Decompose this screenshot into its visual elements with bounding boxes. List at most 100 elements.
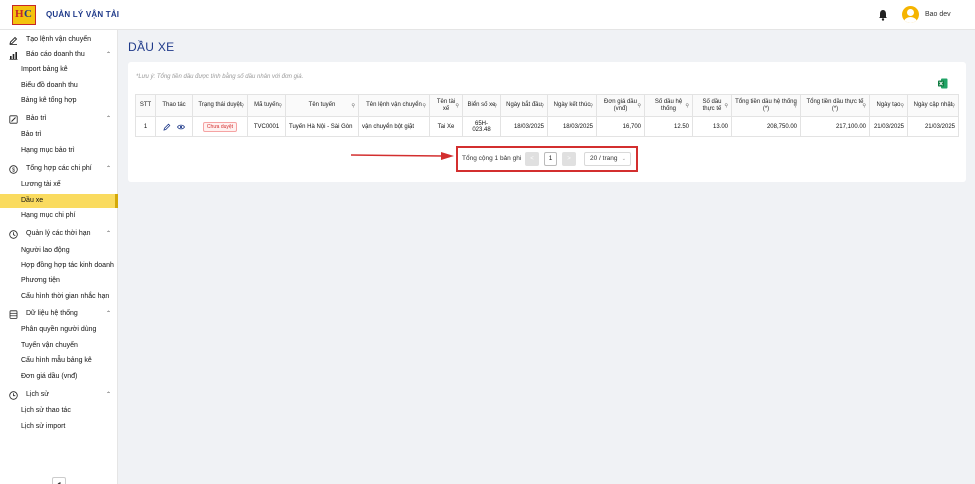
sidebar-group-du-lieu-he-thong[interactable]: Dữ liệu hệ thống ⌃ bbox=[0, 307, 118, 321]
column-header-label: Tên lệnh vận chuyển bbox=[366, 102, 422, 108]
sidebar-item-label: Cấu hình thời gian nhắc hạn bbox=[21, 293, 110, 300]
search-icon[interactable]: ⚲ bbox=[422, 103, 426, 110]
view-icon[interactable] bbox=[176, 123, 185, 131]
search-icon[interactable]: ⚲ bbox=[793, 103, 797, 110]
sidebar-item-luong-tai-xe[interactable]: Lương tài xế bbox=[0, 178, 118, 192]
cell-start-date: 18/03/2025 bbox=[500, 116, 548, 137]
column-header-label: Số dầu hệ thống bbox=[654, 98, 683, 112]
sidebar-item-label: Phương tiện bbox=[21, 277, 60, 284]
column-header: Ngày cập nhật ⚲ bbox=[907, 94, 959, 117]
sidebar-item-label: Biểu đồ doanh thu bbox=[21, 82, 78, 89]
pagination-total: Tổng cộng 1 bản ghi bbox=[462, 155, 522, 162]
sidebar-item-dau-xe[interactable]: Dầu xe bbox=[0, 194, 118, 208]
sidebar-item-label: Lịch sử thao tác bbox=[21, 407, 71, 414]
sidebar-item-bieu-do-doanh-thu[interactable]: Biểu đồ doanh thu bbox=[0, 79, 118, 93]
edit-icon[interactable] bbox=[163, 123, 171, 131]
search-icon[interactable]: ⚲ bbox=[240, 103, 244, 110]
column-header: Trạng thái duyệt ⚲ bbox=[192, 94, 248, 117]
sidebar-item-cau-hinh-mau-bang-ke[interactable]: Cấu hình mẫu bảng kê bbox=[0, 354, 118, 368]
sidebar: Tạo lệnh vận chuyển Báo cáo doanh thu ⌃ Imp… bbox=[0, 30, 118, 484]
sidebar-item-nguoi-lao-dong[interactable]: Người lao động bbox=[0, 244, 118, 258]
sidebar-item-import-bang-ke[interactable]: Import bảng kê bbox=[0, 63, 118, 77]
cell-fuel-system: 12.50 bbox=[644, 116, 693, 137]
chevron-up-icon[interactable]: ⌃ bbox=[106, 227, 111, 241]
logo-letter-h: H bbox=[15, 8, 24, 20]
avatar[interactable] bbox=[902, 6, 919, 23]
sidebar-item-label: Bảo trì bbox=[21, 131, 42, 138]
column-header: Tên tài xế ⚲ bbox=[429, 94, 463, 117]
column-header-label: Ngày tạo bbox=[876, 102, 901, 108]
excel-export-icon[interactable] bbox=[938, 78, 948, 89]
sidebar-collapse-button[interactable]: ◂ bbox=[52, 477, 66, 484]
chevron-up-icon[interactable]: ⌃ bbox=[106, 307, 111, 321]
cell-stt: 1 bbox=[135, 116, 156, 137]
column-header-label: Số dầu thực tế bbox=[702, 98, 722, 112]
cell-unit-price: 16,700 bbox=[596, 116, 645, 137]
prev-page-button[interactable]: < bbox=[525, 152, 539, 166]
sidebar-item-label: Bảng kê tổng hợp bbox=[21, 97, 77, 104]
page-size-value: 20 / trang bbox=[590, 155, 618, 162]
chevron-down-icon: ⌄ bbox=[621, 156, 626, 162]
sidebar-item-label: Cấu hình mẫu bảng kê bbox=[21, 357, 92, 364]
sidebar-item-label: Lịch sử bbox=[26, 391, 49, 398]
chevron-up-icon[interactable]: ⌃ bbox=[106, 48, 111, 62]
clock-icon bbox=[9, 230, 18, 239]
cell-route-name: Tuyến Hà Nội - Sài Gòn bbox=[285, 116, 359, 137]
column-header: Số dầu thực tế ⚲ bbox=[692, 94, 732, 117]
search-icon[interactable]: ⚲ bbox=[900, 103, 904, 110]
cell-updated: 21/03/2025 bbox=[907, 116, 959, 137]
bell-icon[interactable] bbox=[877, 9, 889, 21]
user-name[interactable]: Bao dev bbox=[925, 11, 951, 18]
search-icon[interactable]: ⚲ bbox=[637, 103, 641, 110]
sidebar-item-label: Hợp đồng hợp tác kinh doanh bbox=[21, 262, 114, 269]
sidebar-item-phuong-tien[interactable]: Phương tiện bbox=[0, 274, 118, 288]
sidebar-item-label: Phân quyền người dùng bbox=[21, 326, 97, 333]
sidebar-group-tong-hop-cac-chi-phi[interactable]: $ Tổng hợp các chi phí ⌃ bbox=[0, 162, 118, 176]
sidebar-group-quan-ly-cac-thoi-han[interactable]: Quản lý các thời hạn ⌃ bbox=[0, 227, 118, 241]
search-icon[interactable]: ⚲ bbox=[455, 103, 459, 110]
search-icon[interactable]: ⚲ bbox=[493, 103, 497, 110]
search-icon[interactable]: ⚲ bbox=[540, 103, 544, 110]
next-page-button[interactable]: > bbox=[562, 152, 576, 166]
sidebar-group-bao-cao-doanh-thu[interactable]: Báo cáo doanh thu ⌃ bbox=[0, 48, 118, 62]
status-badge: Chưa duyệt bbox=[202, 121, 238, 132]
table-row[interactable]: 1 Chưa duyệt TVC0001 Tuyến Hà Nội - Sài … bbox=[135, 116, 959, 137]
search-icon[interactable]: ⚲ bbox=[685, 103, 689, 110]
sidebar-item-label: Tổng hợp các chi phí bbox=[26, 165, 92, 172]
sidebar-item-cau-hinh-thoi-gian-nhac-han[interactable]: Cấu hình thời gian nhắc hạn bbox=[0, 290, 118, 304]
sidebar-item-tuyen-van-chuyen[interactable]: Tuyến vận chuyển bbox=[0, 339, 118, 353]
cell-fuel-actual: 13.00 bbox=[692, 116, 732, 137]
sidebar-item-don-gia-dau-vnd[interactable]: Đơn giá dầu (vnđ) bbox=[0, 370, 118, 384]
search-icon[interactable]: ⚲ bbox=[351, 103, 355, 110]
page-1-button[interactable]: 1 bbox=[544, 152, 557, 166]
sidebar-item-hang-muc-chi-phi[interactable]: Hạng mục chi phí bbox=[0, 209, 118, 223]
sidebar-group-lich-su[interactable]: Lịch sử ⌃ bbox=[0, 388, 118, 402]
column-header: Số dầu hệ thống ⚲ bbox=[644, 94, 693, 117]
cell-driver: Tai Xe bbox=[429, 116, 463, 137]
sidebar-item-lich-su-thao-tac[interactable]: Lịch sử thao tác bbox=[0, 404, 118, 418]
sidebar-item-hang-muc-bao-tri[interactable]: Hạng mục bảo trì bbox=[0, 144, 118, 158]
search-icon[interactable]: ⚲ bbox=[951, 103, 955, 110]
chevron-up-icon[interactable]: ⌃ bbox=[106, 388, 111, 402]
column-header-label: Đơn giá dầu (vnđ) bbox=[604, 98, 637, 112]
chevron-up-icon[interactable]: ⌃ bbox=[106, 112, 111, 126]
app-logo[interactable]: H C bbox=[12, 5, 36, 25]
search-icon[interactable]: ⚲ bbox=[862, 103, 866, 110]
money-icon: $ bbox=[9, 165, 18, 174]
sidebar-group-tao-lenh-van-chuyen[interactable]: Tạo lệnh vận chuyển bbox=[0, 33, 118, 47]
sidebar-item-hop-dong-hop-tac-kinh-doanh[interactable]: Hợp đồng hợp tác kinh doanh bbox=[0, 259, 118, 273]
cell-route-code: TVC0001 bbox=[247, 116, 286, 137]
cell-created: 21/03/2025 bbox=[869, 116, 908, 137]
sidebar-item-phan-quyen-nguoi-dung[interactable]: Phân quyền người dùng bbox=[0, 323, 118, 337]
page-size-select[interactable]: 20 / trang ⌄ bbox=[584, 152, 631, 166]
search-icon[interactable]: ⚲ bbox=[724, 103, 728, 110]
sidebar-item-bang-ke-tong-hop[interactable]: Bảng kê tổng hợp bbox=[0, 94, 118, 108]
sidebar-group-bao-tri[interactable]: Bảo trì ⌃ bbox=[0, 112, 118, 126]
column-header: Ngày kết thúc ⚲ bbox=[547, 94, 597, 117]
sidebar-item-lich-su-import[interactable]: Lịch sử import bbox=[0, 420, 118, 434]
search-icon[interactable]: ⚲ bbox=[589, 103, 593, 110]
sidebar-item-bao-tri[interactable]: Bảo trì bbox=[0, 128, 118, 142]
search-icon[interactable]: ⚲ bbox=[278, 103, 282, 110]
sidebar-item-label: Dầu xe bbox=[21, 197, 44, 204]
chevron-up-icon[interactable]: ⌃ bbox=[106, 162, 111, 176]
